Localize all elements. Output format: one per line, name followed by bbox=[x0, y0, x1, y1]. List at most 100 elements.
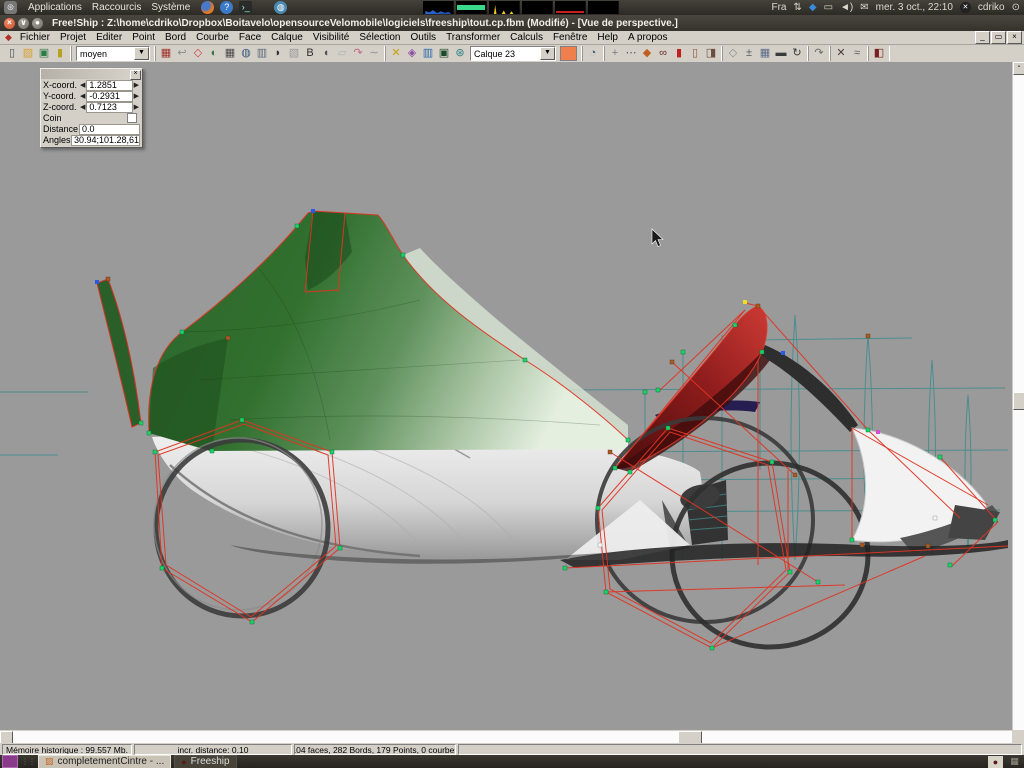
control-point-yellow[interactable] bbox=[743, 300, 747, 304]
user-avatar[interactable]: ✕ bbox=[960, 2, 971, 13]
user-name[interactable]: cdriko bbox=[978, 2, 1005, 13]
menu-bord[interactable]: Bord bbox=[160, 32, 191, 43]
menu-courbe[interactable]: Courbe bbox=[191, 32, 234, 43]
firefox-icon[interactable] bbox=[201, 1, 214, 14]
menu-help[interactable]: Help bbox=[592, 32, 623, 43]
angles-field[interactable]: 30.94;101.28,61.61 bbox=[71, 135, 140, 146]
check-faces-icon[interactable]: ◇ bbox=[190, 46, 206, 61]
menu-face[interactable]: Face bbox=[234, 32, 266, 43]
menu-calculs[interactable]: Calculs bbox=[505, 32, 548, 43]
point-list-icon[interactable]: ⋯ bbox=[623, 46, 639, 61]
horizontal-scrollbar[interactable] bbox=[0, 731, 1012, 743]
new-curve-icon[interactable]: ↷ bbox=[811, 46, 827, 61]
undo-curve-icon[interactable]: ↷ bbox=[350, 46, 366, 61]
panel-menu-applications[interactable]: Applications bbox=[23, 2, 87, 13]
x-coord-field[interactable]: 1.2851 bbox=[86, 80, 132, 91]
menu-point[interactable]: Point bbox=[127, 32, 160, 43]
save-file-icon[interactable]: ▣ bbox=[36, 46, 52, 61]
taskbar-item-freeship[interactable]: ●Freeship bbox=[174, 755, 236, 768]
rotate-tool-icon[interactable]: ↻ bbox=[789, 46, 805, 61]
distance-field[interactable]: 0.0 bbox=[79, 124, 140, 135]
pattern-tool-icon[interactable]: ⊛ bbox=[452, 46, 468, 61]
coordinate-dialog[interactable]: × X-coord. ◀ 1.2851 ▶ Y-coord. ◀ -0.2931… bbox=[40, 68, 143, 148]
network-arrows-icon[interactable]: ⇅ bbox=[793, 2, 801, 13]
increment-icon[interactable]: ± bbox=[741, 46, 757, 61]
open-folder-icon[interactable]: ▨ bbox=[20, 46, 36, 61]
intersection-table-icon[interactable]: ▦ bbox=[757, 46, 773, 61]
window-titlebar[interactable]: × ∨ ● Free!Ship : Z:\home\cdriko\Dropbox… bbox=[0, 15, 1024, 31]
shade-model-icon[interactable]: ◐ bbox=[206, 46, 222, 61]
flowlines-icon[interactable]: ◖ bbox=[318, 46, 334, 61]
gauss-curvature-icon[interactable]: ◍ bbox=[238, 46, 254, 61]
power-icon[interactable]: ⊙ bbox=[1012, 2, 1020, 13]
find-point-icon[interactable]: ∞ bbox=[655, 46, 671, 61]
menu-projet[interactable]: Projet bbox=[55, 32, 91, 43]
mail-icon[interactable]: ✉ bbox=[860, 2, 868, 13]
mdi-close-icon[interactable]: × bbox=[1007, 31, 1022, 44]
layer-combo[interactable]: Calque 23▼ bbox=[470, 46, 556, 61]
keyboard-indicator[interactable]: Fra bbox=[771, 2, 786, 13]
clock[interactable]: mer. 3 oct., 22:10 bbox=[876, 2, 953, 13]
new-file-icon[interactable]: ▯ bbox=[4, 46, 20, 61]
menu-visibilité[interactable]: Visibilité bbox=[308, 32, 355, 43]
vertical-scroll-thumb[interactable] bbox=[1013, 392, 1024, 410]
y-increment-icon[interactable]: ▶ bbox=[133, 92, 140, 100]
panel-menu-raccourcis[interactable]: Raccourcis bbox=[87, 2, 146, 13]
menu-fenêtre[interactable]: Fenêtre bbox=[548, 32, 592, 43]
corner-checkbox[interactable] bbox=[127, 113, 137, 123]
zebra-shading-icon[interactable]: ▥ bbox=[254, 46, 270, 61]
vertical-scrollbar[interactable]: ▪ bbox=[1012, 62, 1024, 730]
solid-tool-icon[interactable]: ▬ bbox=[773, 46, 789, 61]
z-increment-icon[interactable]: ▶ bbox=[133, 103, 140, 111]
control-point-magenta[interactable] bbox=[876, 430, 880, 434]
chevron-down-icon[interactable]: ▼ bbox=[134, 47, 149, 60]
insert-plane-icon[interactable]: ◆ bbox=[639, 46, 655, 61]
menu-transformer[interactable]: Transformer bbox=[441, 32, 505, 43]
move-point-icon[interactable]: ↩ bbox=[174, 46, 190, 61]
dialog-close-icon[interactable]: × bbox=[130, 70, 141, 80]
show-normals-icon[interactable]: ▧ bbox=[286, 46, 302, 61]
system-monitor-applets[interactable] bbox=[423, 1, 619, 14]
wave-tool-icon[interactable]: ≈ bbox=[849, 46, 865, 61]
x-decrement-icon[interactable]: ◀ bbox=[79, 81, 86, 89]
dropbox-icon[interactable]: ◆ bbox=[809, 2, 817, 13]
menu-calque[interactable]: Calque bbox=[266, 32, 308, 43]
mdi-restore-icon[interactable]: ▭ bbox=[991, 31, 1006, 44]
show-desktop-icon[interactable] bbox=[2, 755, 18, 768]
viewport-settings-icon[interactable]: ▥ bbox=[420, 46, 436, 61]
model-canvas[interactable] bbox=[0, 62, 1012, 730]
volume-icon[interactable]: ◄) bbox=[840, 2, 853, 13]
menu-editer[interactable]: Editer bbox=[91, 32, 127, 43]
render-settings-icon[interactable]: ▣ bbox=[436, 46, 452, 61]
menu-outils[interactable]: Outils bbox=[406, 32, 442, 43]
z-coord-field[interactable]: 0.7123 bbox=[86, 102, 132, 113]
fair-curve-icon[interactable]: ∼ bbox=[366, 46, 382, 61]
mdi-minimize-icon[interactable]: _ bbox=[975, 31, 990, 44]
freeship-tray-icon[interactable]: ● bbox=[988, 756, 1003, 768]
select-locked-icon[interactable]: ◨ bbox=[703, 46, 719, 61]
x-increment-icon[interactable]: ▶ bbox=[133, 81, 140, 89]
move-tool-icon[interactable]: + bbox=[607, 46, 623, 61]
display-icon[interactable]: ▭ bbox=[824, 2, 833, 13]
layer-color-swatch[interactable] bbox=[560, 46, 577, 61]
minimize-window-icon[interactable]: ∨ bbox=[18, 18, 29, 29]
z-decrement-icon[interactable]: ◀ bbox=[79, 103, 86, 111]
markers-icon[interactable]: ▱ bbox=[334, 46, 350, 61]
check-point-icon[interactable]: ◇ bbox=[725, 46, 741, 61]
developable-check-icon[interactable]: ◗ bbox=[270, 46, 286, 61]
chevron-down-icon[interactable]: ▼ bbox=[540, 47, 555, 60]
perspective-view[interactable]: × X-coord. ◀ 1.2851 ▶ Y-coord. ◀ -0.2931… bbox=[0, 62, 1024, 730]
browser-swirl-icon[interactable]: ◍ bbox=[274, 1, 287, 14]
taskbar-item-completementcintre[interactable]: ▨completementCintre - ... bbox=[38, 755, 171, 768]
precision-combo[interactable]: moyen▼ bbox=[76, 46, 150, 61]
coordinate-dialog-titlebar[interactable]: × bbox=[41, 69, 142, 79]
interior-edges-icon[interactable]: ▦ bbox=[222, 46, 238, 61]
menu-a-propos[interactable]: A propos bbox=[623, 32, 672, 43]
scroll-up-icon[interactable]: ▪ bbox=[1013, 62, 1024, 75]
exit-icon[interactable]: ▮ bbox=[52, 46, 68, 61]
delete-tool-icon[interactable]: ✕ bbox=[833, 46, 849, 61]
menu-fichier[interactable]: Fichier bbox=[15, 32, 55, 43]
y-decrement-icon[interactable]: ◀ bbox=[79, 92, 86, 100]
sphere-view-icon[interactable]: ◔ bbox=[585, 46, 601, 61]
help-icon[interactable]: ? bbox=[220, 1, 233, 14]
